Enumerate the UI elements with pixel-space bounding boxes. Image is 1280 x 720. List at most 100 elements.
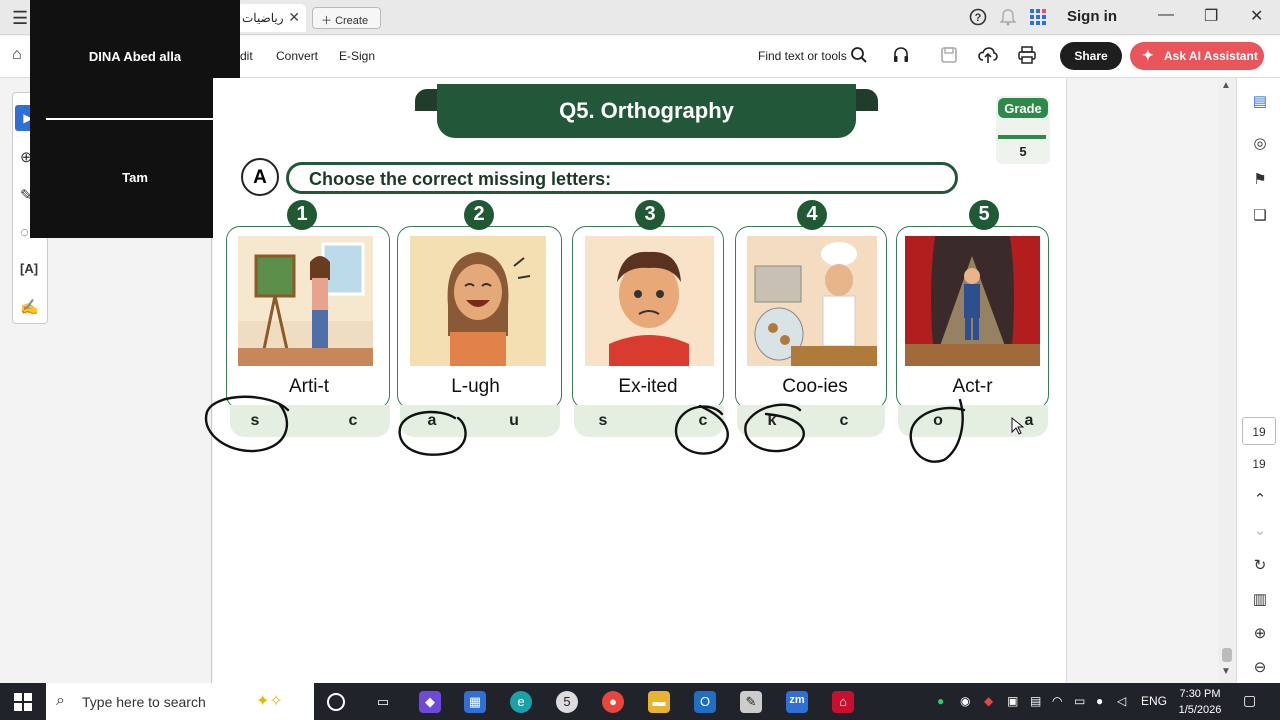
item-number-2: 2 [464, 200, 494, 230]
scroll-up-icon[interactable]: ▲ [1221, 80, 1231, 91]
comments-icon[interactable]: ◎ [1250, 134, 1270, 152]
acrobat-icon[interactable]: ⌂ [832, 691, 854, 713]
document-info-icon[interactable]: ▥ [1250, 590, 1270, 608]
tab-close-icon[interactable]: ✕ [288, 9, 300, 26]
option-4-b[interactable]: c [834, 412, 854, 430]
edit-menu[interactable]: dit [240, 49, 253, 63]
zoom-out-icon[interactable]: ⊖ [1250, 658, 1270, 676]
microphone-icon[interactable]: ● [1096, 694, 1103, 708]
security-tray-icon[interactable]: ◆ [984, 694, 993, 708]
find-tools-button[interactable]: Find text or tools [758, 49, 847, 63]
sign-tool-icon[interactable]: ✍ [20, 298, 39, 316]
worried-boy-image [585, 236, 714, 366]
copilot-icon[interactable]: ◆ [419, 691, 441, 713]
zoom-icon[interactable]: zm [786, 691, 808, 713]
convert-menu[interactable]: Convert [276, 49, 318, 63]
actor-on-stage-image [905, 236, 1040, 366]
pages-icon[interactable]: ❏ [1250, 206, 1270, 224]
battery-icon[interactable]: ▭ [1074, 694, 1085, 708]
video-call-overlay: DINA Abed alla Tam [30, 0, 240, 238]
close-window-icon[interactable]: ✕ [1250, 6, 1263, 26]
plus-icon: ＋ [321, 15, 332, 27]
item-word-3: Ex-ited [618, 376, 678, 397]
print-icon[interactable] [1016, 46, 1038, 69]
create-button[interactable]: ＋ Create [312, 7, 381, 29]
sparkle-icon: ✦✧ [256, 693, 283, 710]
option-4-a[interactable]: k [762, 412, 782, 430]
section-letter: A [241, 158, 279, 196]
ai-assistant-button[interactable]: ✦ Ask AI Assistant [1130, 42, 1264, 70]
store-icon[interactable]: ▦ [464, 691, 486, 713]
option-3-a[interactable]: s [593, 412, 613, 430]
taskbar-clock[interactable]: 7:30 PM 1/5/2026 [1170, 686, 1230, 718]
save-icon[interactable] [938, 46, 960, 69]
whatsapp-tray-icon[interactable]: ● [937, 694, 944, 708]
option-5-b[interactable]: a [1019, 412, 1039, 430]
chrome-icon[interactable]: ● [602, 691, 624, 713]
refresh-icon[interactable]: ↻ [1250, 556, 1270, 574]
document-tab[interactable]: رياضيات ✕ [236, 4, 306, 32]
esign-menu[interactable]: E-Sign [339, 49, 375, 63]
paint-icon[interactable]: ✎ [740, 691, 762, 713]
text-tool-icon[interactable]: [A] [20, 261, 38, 276]
device-tray-icon[interactable]: ▤ [1030, 694, 1041, 708]
hamburger-menu-icon[interactable]: ☰ [12, 8, 28, 29]
apps-grid-icon[interactable] [1028, 8, 1048, 31]
option-1-a[interactable]: s [245, 412, 265, 430]
lasso-tool-icon[interactable]: ◌ [20, 224, 29, 241]
right-tool-bar: ▤ ◎ ⚑ ❏ 19 19 ⌃ ⌄ ↻ ▥ ⊕ ⊖ [1236, 78, 1280, 683]
search-placeholder: Type here to search [82, 694, 206, 710]
windows-start-icon[interactable] [14, 693, 32, 716]
wifi-icon[interactable]: ◠ [1052, 694, 1062, 708]
ai-summary-icon[interactable]: ▤ [1250, 92, 1270, 110]
sign-in-button[interactable]: Sign in [1067, 8, 1117, 25]
grade-label: Grade [998, 98, 1048, 118]
option-1-b[interactable]: c [343, 412, 363, 430]
chrome-profile-icon[interactable]: 5 [556, 691, 578, 713]
bookmark-icon[interactable]: ⚑ [1250, 170, 1270, 188]
scroll-down-icon[interactable]: ▼ [1221, 666, 1231, 677]
vertical-scrollbar[interactable]: ▲ ▼ [1218, 78, 1236, 683]
find-label: Find text or tools [758, 49, 847, 63]
edge-icon[interactable]: e [510, 691, 532, 713]
zoom-in-icon[interactable]: ⊕ [1250, 624, 1270, 642]
scroll-thumb[interactable] [1222, 648, 1232, 662]
artist-painting-image [238, 236, 373, 366]
outlook-icon[interactable]: O [694, 691, 716, 713]
share-button[interactable]: Share [1060, 42, 1122, 70]
chrome-badge: 5 [563, 694, 571, 709]
page-up-icon[interactable]: ⌃ [1250, 490, 1270, 508]
right-empty-pane [1066, 78, 1236, 683]
option-2-a[interactable]: a [422, 412, 442, 430]
option-2-b[interactable]: u [504, 412, 524, 430]
search-icon[interactable] [848, 46, 870, 69]
upload-cloud-icon[interactable] [977, 46, 999, 69]
item-number-1: 1 [287, 200, 317, 230]
clock-time: 7:30 PM [1179, 688, 1221, 700]
option-5-a[interactable]: o [928, 412, 948, 430]
zoom-tray-icon[interactable]: ◉ [960, 694, 970, 708]
page-down-icon[interactable]: ⌄ [1250, 521, 1270, 539]
cortana-icon[interactable] [327, 693, 345, 711]
current-page-input[interactable]: 19 [1242, 417, 1276, 445]
language-indicator[interactable]: ENG [1141, 694, 1167, 708]
task-view-icon[interactable]: ▭ [372, 691, 394, 713]
chef-girl-cookies-image [747, 236, 877, 366]
tab-title: رياضيات [242, 11, 284, 25]
participant-name-1: DINA Abed alla [88, 49, 182, 64]
notification-bell-icon[interactable] [998, 8, 1018, 31]
file-explorer-icon[interactable]: ▬ [648, 691, 670, 713]
question-title: Q5. Orthography [437, 84, 856, 138]
restore-icon[interactable]: ❐ [1204, 6, 1218, 26]
instruction-text: Choose the correct missing letters: [286, 162, 958, 194]
notification-center-icon[interactable]: ▢ [1243, 692, 1256, 709]
home-icon[interactable]: ⌂ [12, 46, 22, 64]
windows-taskbar: ⌕ Type here to search ✦✧ ▭ ◆ ▦ e 5 ● ▬ O… [0, 683, 1280, 720]
volume-icon[interactable]: ◁ [1117, 694, 1126, 708]
option-3-b[interactable]: c [693, 412, 713, 430]
usb-tray-icon[interactable]: ▣ [1007, 694, 1018, 708]
taskbar-search-box[interactable]: ⌕ Type here to search ✦✧ [46, 683, 314, 720]
headphones-icon[interactable] [890, 46, 912, 69]
minimize-icon[interactable]: — [1158, 6, 1174, 24]
help-icon[interactable]: ? [968, 8, 988, 31]
